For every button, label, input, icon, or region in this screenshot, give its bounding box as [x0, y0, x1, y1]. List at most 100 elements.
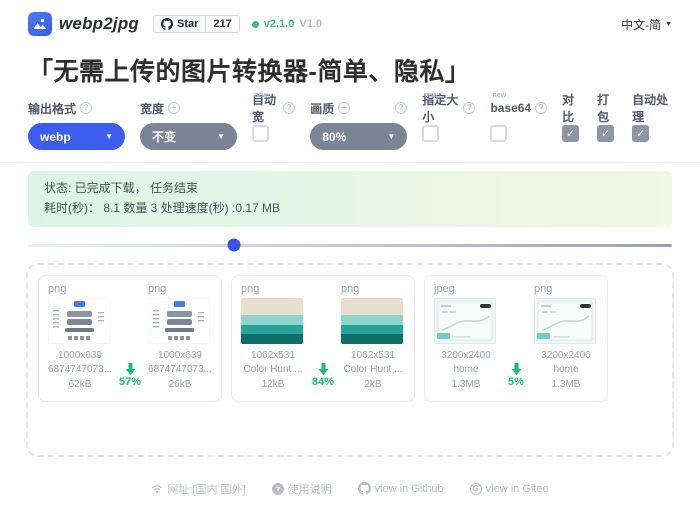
specify-size-checkbox[interactable] — [422, 125, 439, 142]
github-link[interactable]: view in Github — [358, 482, 444, 495]
dropzone[interactable]: png 1000x639 6874747073... 62kB — [26, 263, 674, 457]
language-label: 中文-简 — [621, 16, 661, 33]
image-dimensions: 3200x2400 — [534, 349, 598, 364]
usage-guide-label: 使用说明 — [288, 481, 332, 497]
check-icon: ✓ — [601, 127, 610, 140]
image-name: 6874747073... — [148, 363, 212, 378]
github-star-button[interactable]: Star — [153, 15, 206, 33]
auto-process-checkbox[interactable]: ✓ — [632, 125, 649, 142]
version-info: v2.1.0 V1.0 — [252, 18, 322, 30]
image-name: Color Hunt ... — [341, 363, 405, 378]
help-icon[interactable]: ? — [395, 102, 407, 114]
language-selector[interactable]: 中文-简 ▼ — [621, 16, 672, 33]
star-count[interactable]: 217 — [206, 15, 239, 33]
image-name: home — [534, 363, 598, 378]
auto-width-checkbox[interactable] — [252, 125, 269, 142]
thumbnail-dashboard[interactable] — [434, 298, 496, 344]
original-figure: png 1000x639 6874747073... 62kB — [48, 283, 112, 393]
thumbnail-diagram[interactable] — [148, 298, 210, 344]
svg-text:?: ? — [275, 484, 280, 493]
image-name: Color Hunt ... — [241, 363, 305, 378]
format-label: jpeg — [434, 283, 498, 295]
size-reduction-percent: 84% — [312, 376, 334, 388]
control-width: 宽度 + 不变 ▼ — [140, 100, 237, 150]
control-compare: 对比 ✓ — [562, 100, 582, 142]
thumbnail-palette[interactable] — [241, 298, 303, 344]
width-value: 不变 — [152, 128, 176, 145]
usage-guide-link[interactable]: ? 使用说明 — [272, 481, 332, 497]
version-new: v2.1.0 — [264, 18, 295, 30]
thumbnail-diagram[interactable] — [48, 298, 110, 344]
format-label: png — [341, 283, 405, 295]
control-quality: 画质 + ? 80% ▼ — [310, 100, 407, 150]
new-badge: new — [254, 92, 268, 99]
base64-label: base64 — [490, 101, 531, 115]
check-icon: ✓ — [636, 127, 645, 140]
output-format-label: 输出格式 — [28, 100, 76, 117]
original-figure: jpeg 3200x2400 home 1.3MB — [434, 283, 498, 393]
github-star-widget[interactable]: Star 217 — [153, 15, 240, 33]
quality-label: 画质 — [310, 100, 334, 117]
website-links[interactable]: 网址:[国内 国外] — [151, 481, 245, 497]
converted-figure: png 1000x639 6874747073... 26kB — [148, 283, 212, 393]
control-package: 打包 ✓ — [597, 100, 617, 142]
footer: 网址:[国内 国外] ? 使用说明 view in Github G view … — [0, 481, 700, 506]
image-name: 6874747073... — [48, 363, 112, 378]
help-icon[interactable]: ? — [535, 102, 547, 114]
status-line2: 耗时(秒)： 8.1 数量 3 处理速度(秒) :0.17 MB — [44, 199, 656, 219]
quality-select[interactable]: 80% ▼ — [310, 123, 407, 150]
gitee-icon: G — [470, 483, 482, 495]
image-dimensions: 1062x531 — [241, 349, 305, 364]
output-format-select[interactable]: webp ▼ — [28, 123, 125, 150]
chevron-down-icon: ▼ — [387, 132, 395, 141]
status-line1: 状态: 已完成下载， 任务结束 — [44, 179, 656, 199]
download-arrow-icon — [318, 363, 329, 375]
chevron-down-icon: ▼ — [665, 21, 672, 28]
download-arrow-icon — [511, 363, 522, 375]
format-label: png — [148, 283, 212, 295]
image-dimensions: 3200x2400 — [434, 349, 498, 364]
chevron-down-icon: ▼ — [105, 132, 113, 141]
app-title: webp2jpg — [59, 14, 139, 34]
width-select[interactable]: 不变 ▼ — [140, 123, 237, 150]
image-size: 26kB — [148, 378, 212, 393]
chevron-down-icon: ▼ — [217, 132, 225, 141]
output-format-value: webp — [40, 130, 71, 144]
help-icon[interactable]: ? — [463, 102, 475, 114]
format-label: png — [241, 283, 305, 295]
base64-checkbox[interactable] — [490, 125, 507, 142]
auto-process-label: 自动处理 — [632, 91, 672, 125]
control-specify-size: new 指定大小 ? — [422, 100, 475, 142]
status-dot-icon — [252, 21, 259, 28]
result-card: png 1062x531 Color Hunt ... 12kB 84% png — [231, 275, 415, 403]
add-icon[interactable]: + — [168, 102, 180, 114]
image-dimensions: 1000x639 — [48, 349, 112, 364]
thumbnail-dashboard[interactable] — [534, 298, 596, 344]
result-card: jpeg 3200x2400 home 1.3MB 5% — [424, 275, 608, 403]
original-figure: png 1062x531 Color Hunt ... 12kB — [241, 283, 305, 393]
version-old: V1.0 — [299, 18, 322, 30]
package-checkbox[interactable]: ✓ — [597, 125, 614, 142]
header: webp2jpg Star 217 v2.1.0 V1.0 中文-简 ▼ — [0, 0, 700, 36]
image-name: home — [434, 363, 498, 378]
thumbnail-palette[interactable] — [341, 298, 403, 344]
controls-bar: 输出格式 ? webp ▼ 宽度 + 不变 ▼ new 自动宽 ? 画质 + ? — [28, 100, 672, 150]
gitee-link[interactable]: G view in Gitee — [470, 483, 549, 495]
compare-label: 对比 — [562, 91, 582, 125]
image-dimensions: 1000x639 — [148, 349, 212, 364]
page-title: 「无需上传的图片转换器-简单、隐私」 — [28, 52, 672, 88]
package-label: 打包 — [597, 91, 617, 125]
divider — [0, 162, 700, 163]
compare-checkbox[interactable]: ✓ — [562, 125, 579, 142]
progress-slider[interactable] — [28, 244, 672, 247]
slider-handle[interactable] — [228, 239, 241, 252]
help-icon[interactable]: ? — [80, 102, 92, 114]
help-icon[interactable]: ? — [283, 102, 295, 114]
quality-value: 80% — [322, 130, 346, 144]
format-label: png — [48, 283, 112, 295]
add-icon[interactable]: + — [338, 102, 350, 114]
new-badge: new — [424, 92, 438, 99]
app-logo-image-icon — [28, 12, 52, 36]
image-size: 1.3MB — [534, 378, 598, 393]
wifi-icon — [151, 483, 163, 494]
